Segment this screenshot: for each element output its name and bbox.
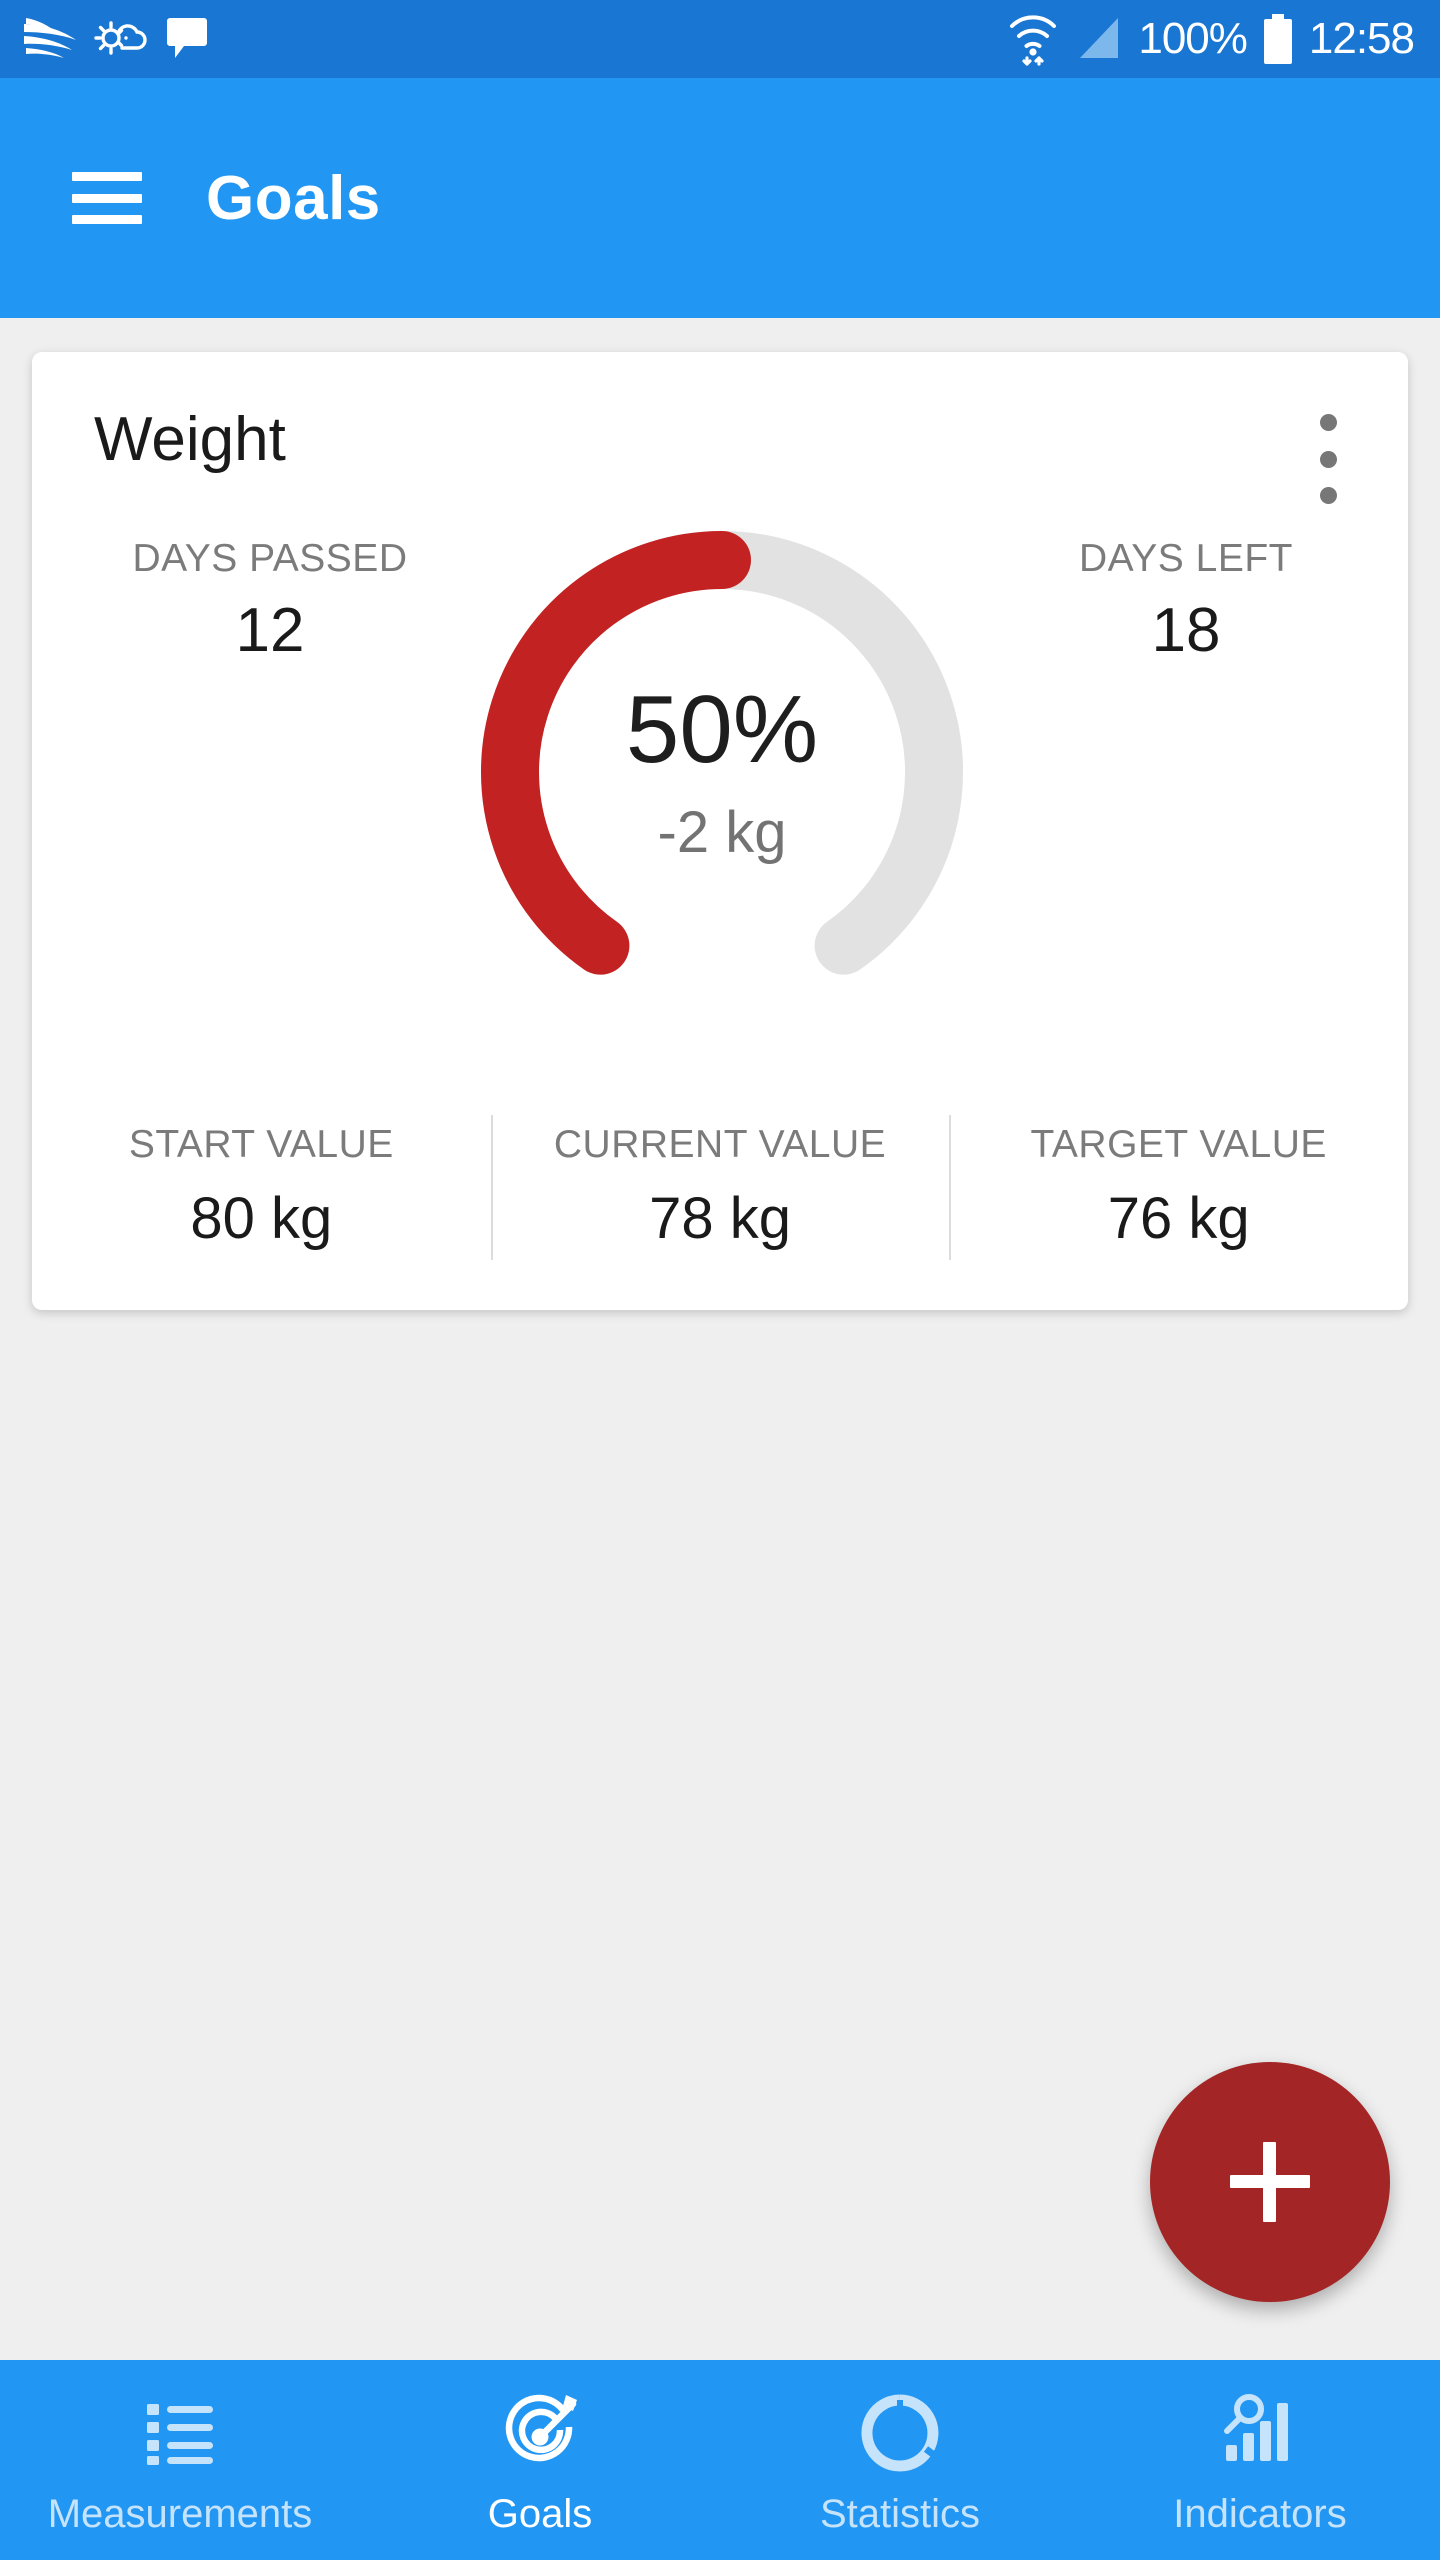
nav-item-statistics[interactable]: Statistics (720, 2360, 1080, 2560)
gauge-percent-label: 50% (625, 676, 819, 783)
message-bubble-icon (167, 18, 207, 58)
clock-label: 12:58 (1308, 14, 1415, 63)
current-value-value: 78 kg (649, 1186, 791, 1251)
signal-icon (1080, 18, 1119, 58)
progress-gauge-chart: 50% -2 kg (452, 502, 992, 1042)
overflow-dot (1319, 487, 1337, 504)
status-bar-left-icons (22, 14, 212, 64)
page-title: Goals (206, 163, 381, 233)
goal-card-title: Weight (94, 405, 286, 474)
nav-item-goals[interactable]: Goals (360, 2360, 720, 2560)
donut-chart-icon (858, 2390, 942, 2476)
swiftkey-icon (24, 18, 76, 58)
target-icon (497, 2390, 583, 2476)
days-left-stat: DAYS LEFT 18 (976, 537, 1396, 666)
app-bar: Goals (0, 78, 1440, 318)
target-value-value: 76 kg (1107, 1186, 1250, 1251)
hamburger-bar (72, 193, 142, 203)
gauge-center-labels: 50% -2 kg (452, 502, 992, 1042)
battery-icon (1263, 14, 1292, 64)
more-vertical-icon[interactable] (1300, 414, 1356, 504)
days-passed-label: DAYS PASSED (132, 537, 408, 580)
target-value-stat: TARGET VALUE 76 kg (949, 1115, 1408, 1260)
bottom-navigation-bar: Measurements Goals Statistics Indicators (0, 2360, 1440, 2560)
days-passed-stat: DAYS PASSED 12 (60, 537, 480, 666)
days-passed-value: 12 (235, 596, 305, 665)
battery-percent-label: 100% (1138, 14, 1248, 63)
gauge-delta-label: -2 kg (657, 800, 787, 865)
nav-label-indicators: Indicators (1173, 2491, 1347, 2536)
hamburger-bar (72, 215, 142, 224)
weather-cloud-sun-icon (94, 21, 147, 55)
current-value-stat: CURRENT VALUE 78 kg (490, 1115, 950, 1260)
target-value-label: TARGET VALUE (1030, 1123, 1327, 1166)
overflow-dot (1319, 414, 1337, 431)
nav-label-measurements: Measurements (47, 2491, 313, 2536)
days-left-label: DAYS LEFT (1079, 537, 1293, 580)
start-value-label: START VALUE (128, 1123, 394, 1166)
status-bar: 100% 12:58 (0, 0, 1440, 78)
list-icon (141, 2390, 219, 2476)
overflow-dot (1319, 450, 1337, 468)
goal-card[interactable]: Weight DAYS PASSED 12 DAYS LEFT 18 50% -… (32, 352, 1408, 1310)
nav-label-statistics: Statistics (819, 2491, 981, 2536)
plus-icon (1230, 2142, 1310, 2222)
current-value-label: CURRENT VALUE (553, 1123, 887, 1166)
hamburger-icon[interactable] (72, 172, 142, 224)
nav-item-measurements[interactable]: Measurements (0, 2360, 360, 2560)
status-bar-right-icons: 100% 12:58 (1008, 10, 1415, 68)
start-value-stat: START VALUE 80 kg (32, 1123, 491, 1252)
wifi-icon (1010, 15, 1057, 66)
bar-chart-person-icon (1218, 2390, 1302, 2476)
days-left-value: 18 (1151, 596, 1221, 665)
nav-label-goals: Goals (487, 2491, 593, 2536)
start-value-value: 80 kg (190, 1186, 333, 1251)
add-goal-fab-button[interactable] (1150, 2062, 1390, 2302)
goal-bottom-stats: START VALUE 80 kg CURRENT VALUE 78 kg TA… (32, 1115, 1408, 1260)
hamburger-bar (72, 172, 142, 181)
nav-item-indicators[interactable]: Indicators (1080, 2360, 1440, 2560)
